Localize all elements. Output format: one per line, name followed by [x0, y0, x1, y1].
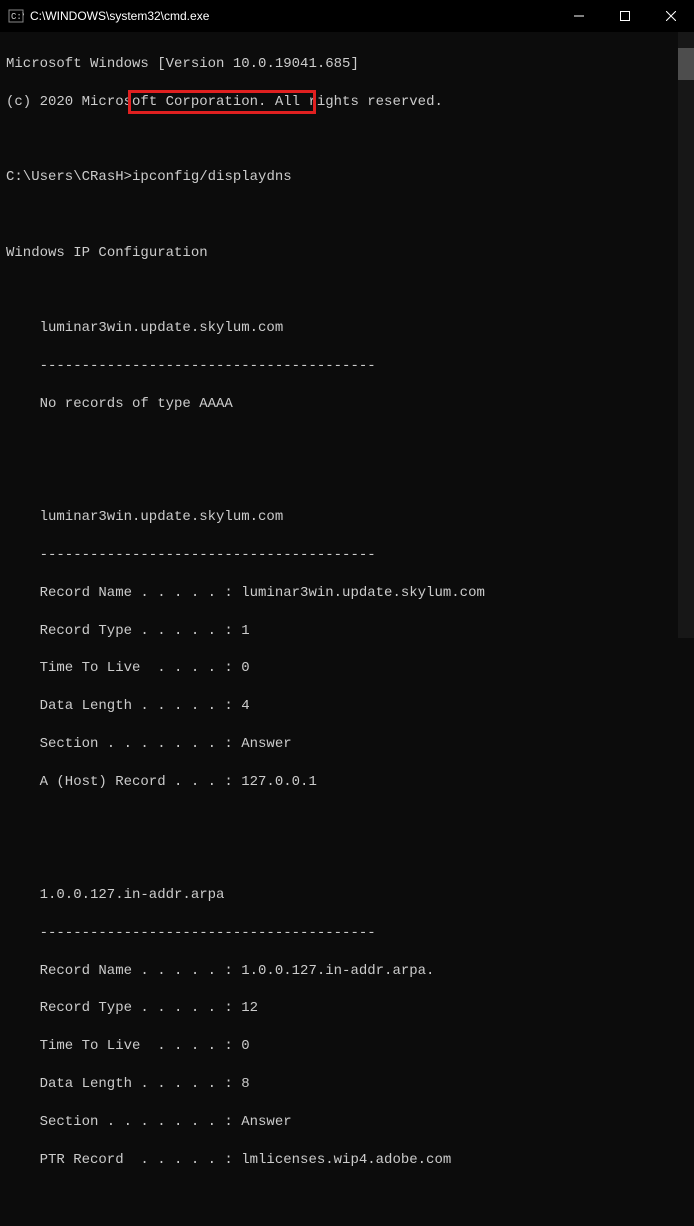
- dns-host: luminar3win.update.skylum.com: [6, 319, 688, 338]
- terminal-output[interactable]: Microsoft Windows [Version 10.0.19041.68…: [0, 32, 694, 638]
- minimize-button[interactable]: [556, 0, 602, 32]
- command-text: ipconfig/displaydns: [132, 169, 292, 185]
- record-line: Record Name . . . . . : 1.0.0.127.in-add…: [6, 962, 688, 981]
- window-controls: [556, 0, 694, 32]
- record-line: Section . . . . . . . : Answer: [6, 1113, 688, 1132]
- blank-line: [6, 206, 688, 225]
- blank-line: [6, 470, 688, 489]
- record-line: PTR Record . . . . . : lmlicenses.wip4.a…: [6, 1151, 688, 1170]
- close-button[interactable]: [648, 0, 694, 32]
- vertical-scrollbar[interactable]: [678, 32, 694, 638]
- config-heading: Windows IP Configuration: [6, 244, 688, 263]
- svg-text:C:\: C:\: [11, 12, 24, 22]
- record-line: Data Length . . . . . : 4: [6, 697, 688, 716]
- dns-norecords: No records of type AAAA: [6, 395, 688, 414]
- dns-dashes: ----------------------------------------: [6, 546, 688, 565]
- blank-line: [6, 130, 688, 149]
- dns-dashes: ----------------------------------------: [6, 357, 688, 376]
- window-title: C:\WINDOWS\system32\cmd.exe: [30, 9, 556, 23]
- version-line: Microsoft Windows [Version 10.0.19041.68…: [6, 55, 688, 74]
- record-line: Data Length . . . . . : 8: [6, 1075, 688, 1094]
- cmd-icon: C:\: [8, 8, 24, 24]
- prompt-line: C:\Users\CRasH>ipconfig/displaydns: [6, 168, 688, 187]
- prompt-path: C:\Users\CRasH>: [6, 169, 132, 185]
- record-line: Section . . . . . . . : Answer: [6, 735, 688, 754]
- window-titlebar: C:\ C:\WINDOWS\system32\cmd.exe: [0, 0, 694, 32]
- dns-host: 1.0.0.127.in-addr.arpa: [6, 886, 688, 905]
- record-line: A (Host) Record . . . : 127.0.0.1: [6, 773, 688, 792]
- dns-host: luminar3win.update.skylum.com: [6, 508, 688, 527]
- record-line: Time To Live . . . . : 0: [6, 659, 688, 678]
- record-line: Record Name . . . . . : luminar3win.upda…: [6, 584, 688, 603]
- blank-line: [6, 811, 688, 830]
- blank-line: [6, 282, 688, 301]
- copyright-line: (c) 2020 Microsoft Corporation. All righ…: [6, 93, 688, 112]
- record-line: Time To Live . . . . : 0: [6, 1037, 688, 1056]
- record-line: Record Type . . . . . : 12: [6, 999, 688, 1018]
- scrollbar-thumb[interactable]: [678, 48, 694, 80]
- blank-line: [6, 848, 688, 867]
- dns-dashes: ----------------------------------------: [6, 924, 688, 943]
- maximize-button[interactable]: [602, 0, 648, 32]
- blank-line: [6, 433, 688, 452]
